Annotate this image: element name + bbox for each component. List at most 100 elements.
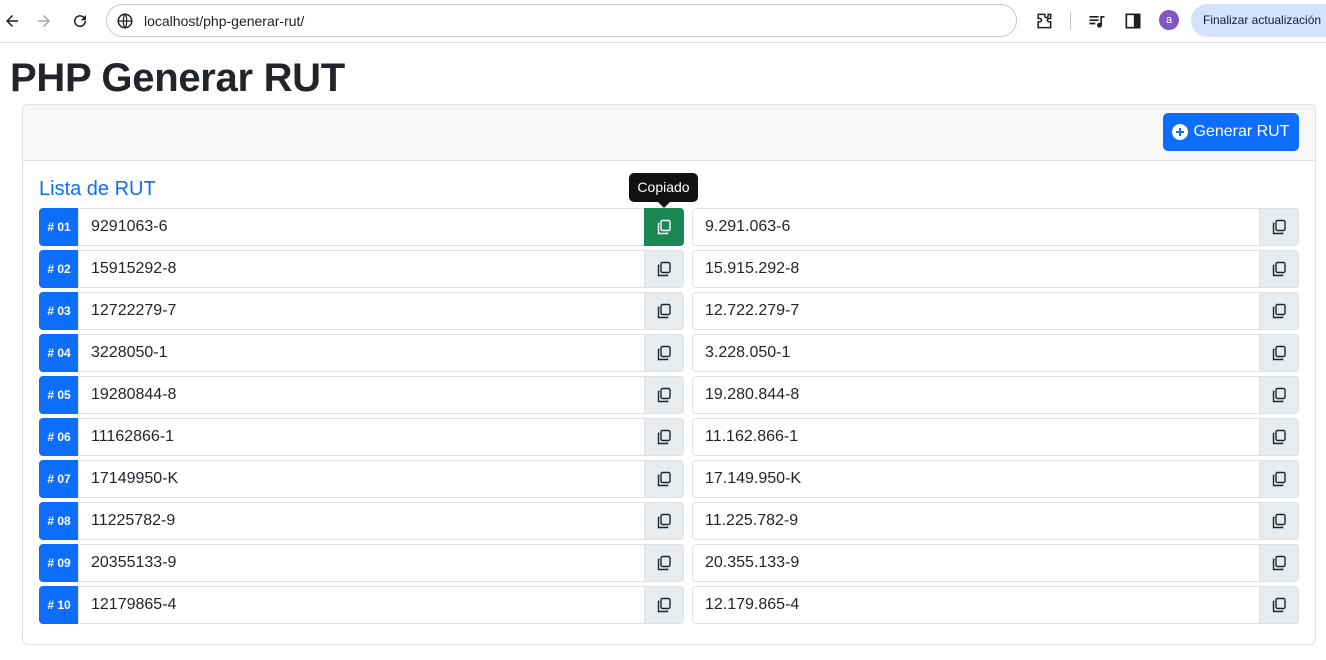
profile-avatar[interactable]: a (1159, 10, 1179, 30)
list-title: Lista de RUT (39, 178, 156, 200)
rut-formatted-field[interactable]: 11.225.782-9 (692, 502, 1260, 540)
copy-icon (1272, 219, 1286, 235)
copy-icon (657, 345, 671, 361)
copy-formatted-button[interactable] (1259, 502, 1299, 540)
copy-plain-button[interactable] (644, 418, 684, 456)
copied-tooltip: Copiado (629, 173, 698, 208)
rut-plain-field[interactable]: 12179865-4 (78, 586, 646, 624)
copy-plain-button[interactable] (644, 460, 684, 498)
rut-row: # 05 19280844-8 19.280.844-8 (39, 376, 1299, 414)
extensions-button[interactable] (1033, 10, 1055, 32)
copy-icon (657, 471, 671, 487)
rut-plain-field[interactable]: 12722279-7 (78, 292, 646, 330)
page-title: PHP Generar RUT (10, 56, 345, 100)
copy-icon (657, 219, 671, 235)
rut-formatted-field[interactable]: 15.915.292-8 (692, 250, 1260, 288)
rut-plain-field[interactable]: 3228050-1 (78, 334, 646, 372)
rut-formatted-field[interactable]: 20.355.133-9 (692, 544, 1260, 582)
back-button[interactable] (0, 9, 24, 33)
copy-plain-button[interactable] (644, 208, 684, 246)
globe-icon (117, 13, 133, 29)
plus-circle-icon (1172, 124, 1189, 140)
rut-plain-field[interactable]: 9291063-6 (78, 208, 646, 246)
arrow-right-icon (38, 15, 50, 27)
rut-plain-field[interactable]: 11225782-9 (78, 502, 646, 540)
rut-row: # 04 3228050-1 3.228.050-1 (39, 334, 1299, 372)
copy-plain-button[interactable] (644, 586, 684, 624)
copy-plain-button[interactable] (644, 292, 684, 330)
rut-formatted-field[interactable]: 19.280.844-8 (692, 376, 1260, 414)
generate-rut-button[interactable]: Generar RUT (1163, 113, 1299, 151)
copy-icon (657, 387, 671, 403)
copy-icon (1272, 261, 1286, 277)
copy-icon (1272, 345, 1286, 361)
copy-plain-button[interactable] (644, 376, 684, 414)
url-text: localhost/php-generar-rut/ (144, 13, 305, 29)
generate-rut-label: Generar RUT (1193, 123, 1290, 140)
side-panel-icon (1125, 13, 1141, 29)
rut-plain-field[interactable]: 15915292-8 (78, 250, 646, 288)
copy-plain-button[interactable] (644, 502, 684, 540)
rut-formatted-field[interactable]: 3.228.050-1 (692, 334, 1260, 372)
side-panel-button[interactable] (1122, 10, 1144, 32)
row-number-badge: # 05 (39, 376, 79, 414)
rut-formatted-field[interactable]: 17.149.950-K (692, 460, 1260, 498)
rut-plain-field[interactable]: 11162866-1 (78, 418, 646, 456)
reload-button[interactable] (68, 9, 92, 33)
row-number-badge: # 08 (39, 502, 79, 540)
rut-row: # 03 12722279-7 12.722.279-7 (39, 292, 1299, 330)
copy-formatted-button[interactable] (1259, 544, 1299, 582)
copy-icon (1272, 555, 1286, 571)
row-number-badge: # 04 (39, 334, 79, 372)
rut-row: # 02 15915292-8 15.915.292-8 (39, 250, 1299, 288)
row-number-badge: # 01 (39, 208, 79, 246)
rut-formatted-field[interactable]: 12.179.865-4 (692, 586, 1260, 624)
copy-formatted-button[interactable] (1259, 460, 1299, 498)
rut-row: # 08 11225782-9 11.225.782-9 (39, 502, 1299, 540)
rut-plain-field[interactable]: 17149950-K (78, 460, 646, 498)
copy-icon (1272, 429, 1286, 445)
copy-icon (657, 429, 671, 445)
row-number-badge: # 03 (39, 292, 79, 330)
row-number-badge: # 06 (39, 418, 79, 456)
rut-formatted-field[interactable]: 12.722.279-7 (692, 292, 1260, 330)
rut-formatted-field[interactable]: 9.291.063-6 (692, 208, 1260, 246)
copy-formatted-button[interactable] (1259, 250, 1299, 288)
copy-plain-button[interactable] (644, 334, 684, 372)
rut-plain-field[interactable]: 20355133-9 (78, 544, 646, 582)
copy-icon (657, 303, 671, 319)
copy-formatted-button[interactable] (1259, 586, 1299, 624)
copy-icon (1272, 597, 1286, 613)
rut-formatted-field[interactable]: 11.162.866-1 (692, 418, 1260, 456)
copy-icon (657, 513, 671, 529)
rut-row: # 09 20355133-9 20.355.133-9 (39, 544, 1299, 582)
browser-toolbar: localhost/php-generar-rut/ a Finalizar a… (0, 0, 1326, 43)
copy-icon (1272, 303, 1286, 319)
copy-icon (1272, 387, 1286, 403)
update-button[interactable]: Finalizar actualización (1191, 4, 1326, 37)
copy-plain-button[interactable] (644, 544, 684, 582)
rut-plain-field[interactable]: 19280844-8 (78, 376, 646, 414)
copy-formatted-button[interactable] (1259, 334, 1299, 372)
copy-formatted-button[interactable] (1259, 208, 1299, 246)
copy-plain-button[interactable] (644, 250, 684, 288)
copy-icon (657, 261, 671, 277)
row-number-badge: # 02 (39, 250, 79, 288)
card-header: Generar RUT (23, 105, 1315, 161)
playlist-icon (1089, 16, 1105, 28)
rut-row: # 01 9291063-6 9.291.063-6 (39, 208, 1299, 246)
puzzle-icon (1037, 13, 1052, 29)
address-bar[interactable]: localhost/php-generar-rut/ (106, 4, 1017, 37)
toolbar-separator (1070, 12, 1071, 30)
forward-button[interactable] (32, 9, 56, 33)
copy-formatted-button[interactable] (1259, 376, 1299, 414)
rut-row: # 07 17149950-K 17.149.950-K (39, 460, 1299, 498)
copy-icon (1272, 471, 1286, 487)
row-number-badge: # 09 (39, 544, 79, 582)
media-button[interactable] (1086, 10, 1108, 32)
copy-formatted-button[interactable] (1259, 418, 1299, 456)
copy-icon (1272, 513, 1286, 529)
copy-formatted-button[interactable] (1259, 292, 1299, 330)
rut-row: # 10 12179865-4 12.179.865-4 (39, 586, 1299, 624)
row-number-badge: # 07 (39, 460, 79, 498)
